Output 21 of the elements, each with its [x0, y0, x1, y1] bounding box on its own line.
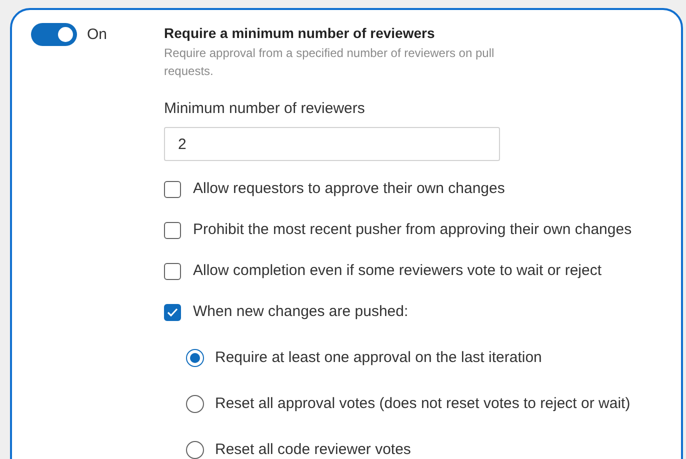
radio-button[interactable] — [186, 349, 204, 367]
field-label: Minimum number of reviewers — [164, 99, 366, 119]
reviewer-count-field[interactable]: 2 — [164, 127, 500, 161]
checkbox[interactable] — [164, 222, 181, 239]
section-title: Require a minimum number of reviewers — [164, 24, 436, 43]
checkbox[interactable] — [164, 181, 181, 198]
checkbox-label: Prohibit the most recent pusher from approving their own changes — [193, 220, 632, 240]
radio-label: Require at least one approval on the last iteration — [215, 348, 542, 368]
checkbox-label: Allow completion even if some reviewers vote to wait or reject — [193, 261, 602, 282]
radio-button[interactable] — [186, 441, 204, 459]
checkmark-icon — [167, 308, 178, 317]
checkbox[interactable] — [164, 263, 181, 280]
radio-label: Reset all code reviewer votes — [215, 440, 411, 459]
checkbox[interactable] — [164, 304, 181, 321]
checkbox-label: Allow requestors to approve their own changes — [193, 179, 505, 200]
section-description: Require approval from a specified number of reviewers on pull requests. — [164, 45, 496, 80]
radio-label: Reset all approval votes (does not reset votes to reject or wait) — [215, 394, 630, 414]
toggle-switch[interactable] — [31, 23, 77, 46]
toggle-label: On — [87, 25, 108, 45]
radio-button[interactable] — [186, 395, 204, 413]
checkbox-label: When new changes are pushed: — [193, 302, 408, 322]
